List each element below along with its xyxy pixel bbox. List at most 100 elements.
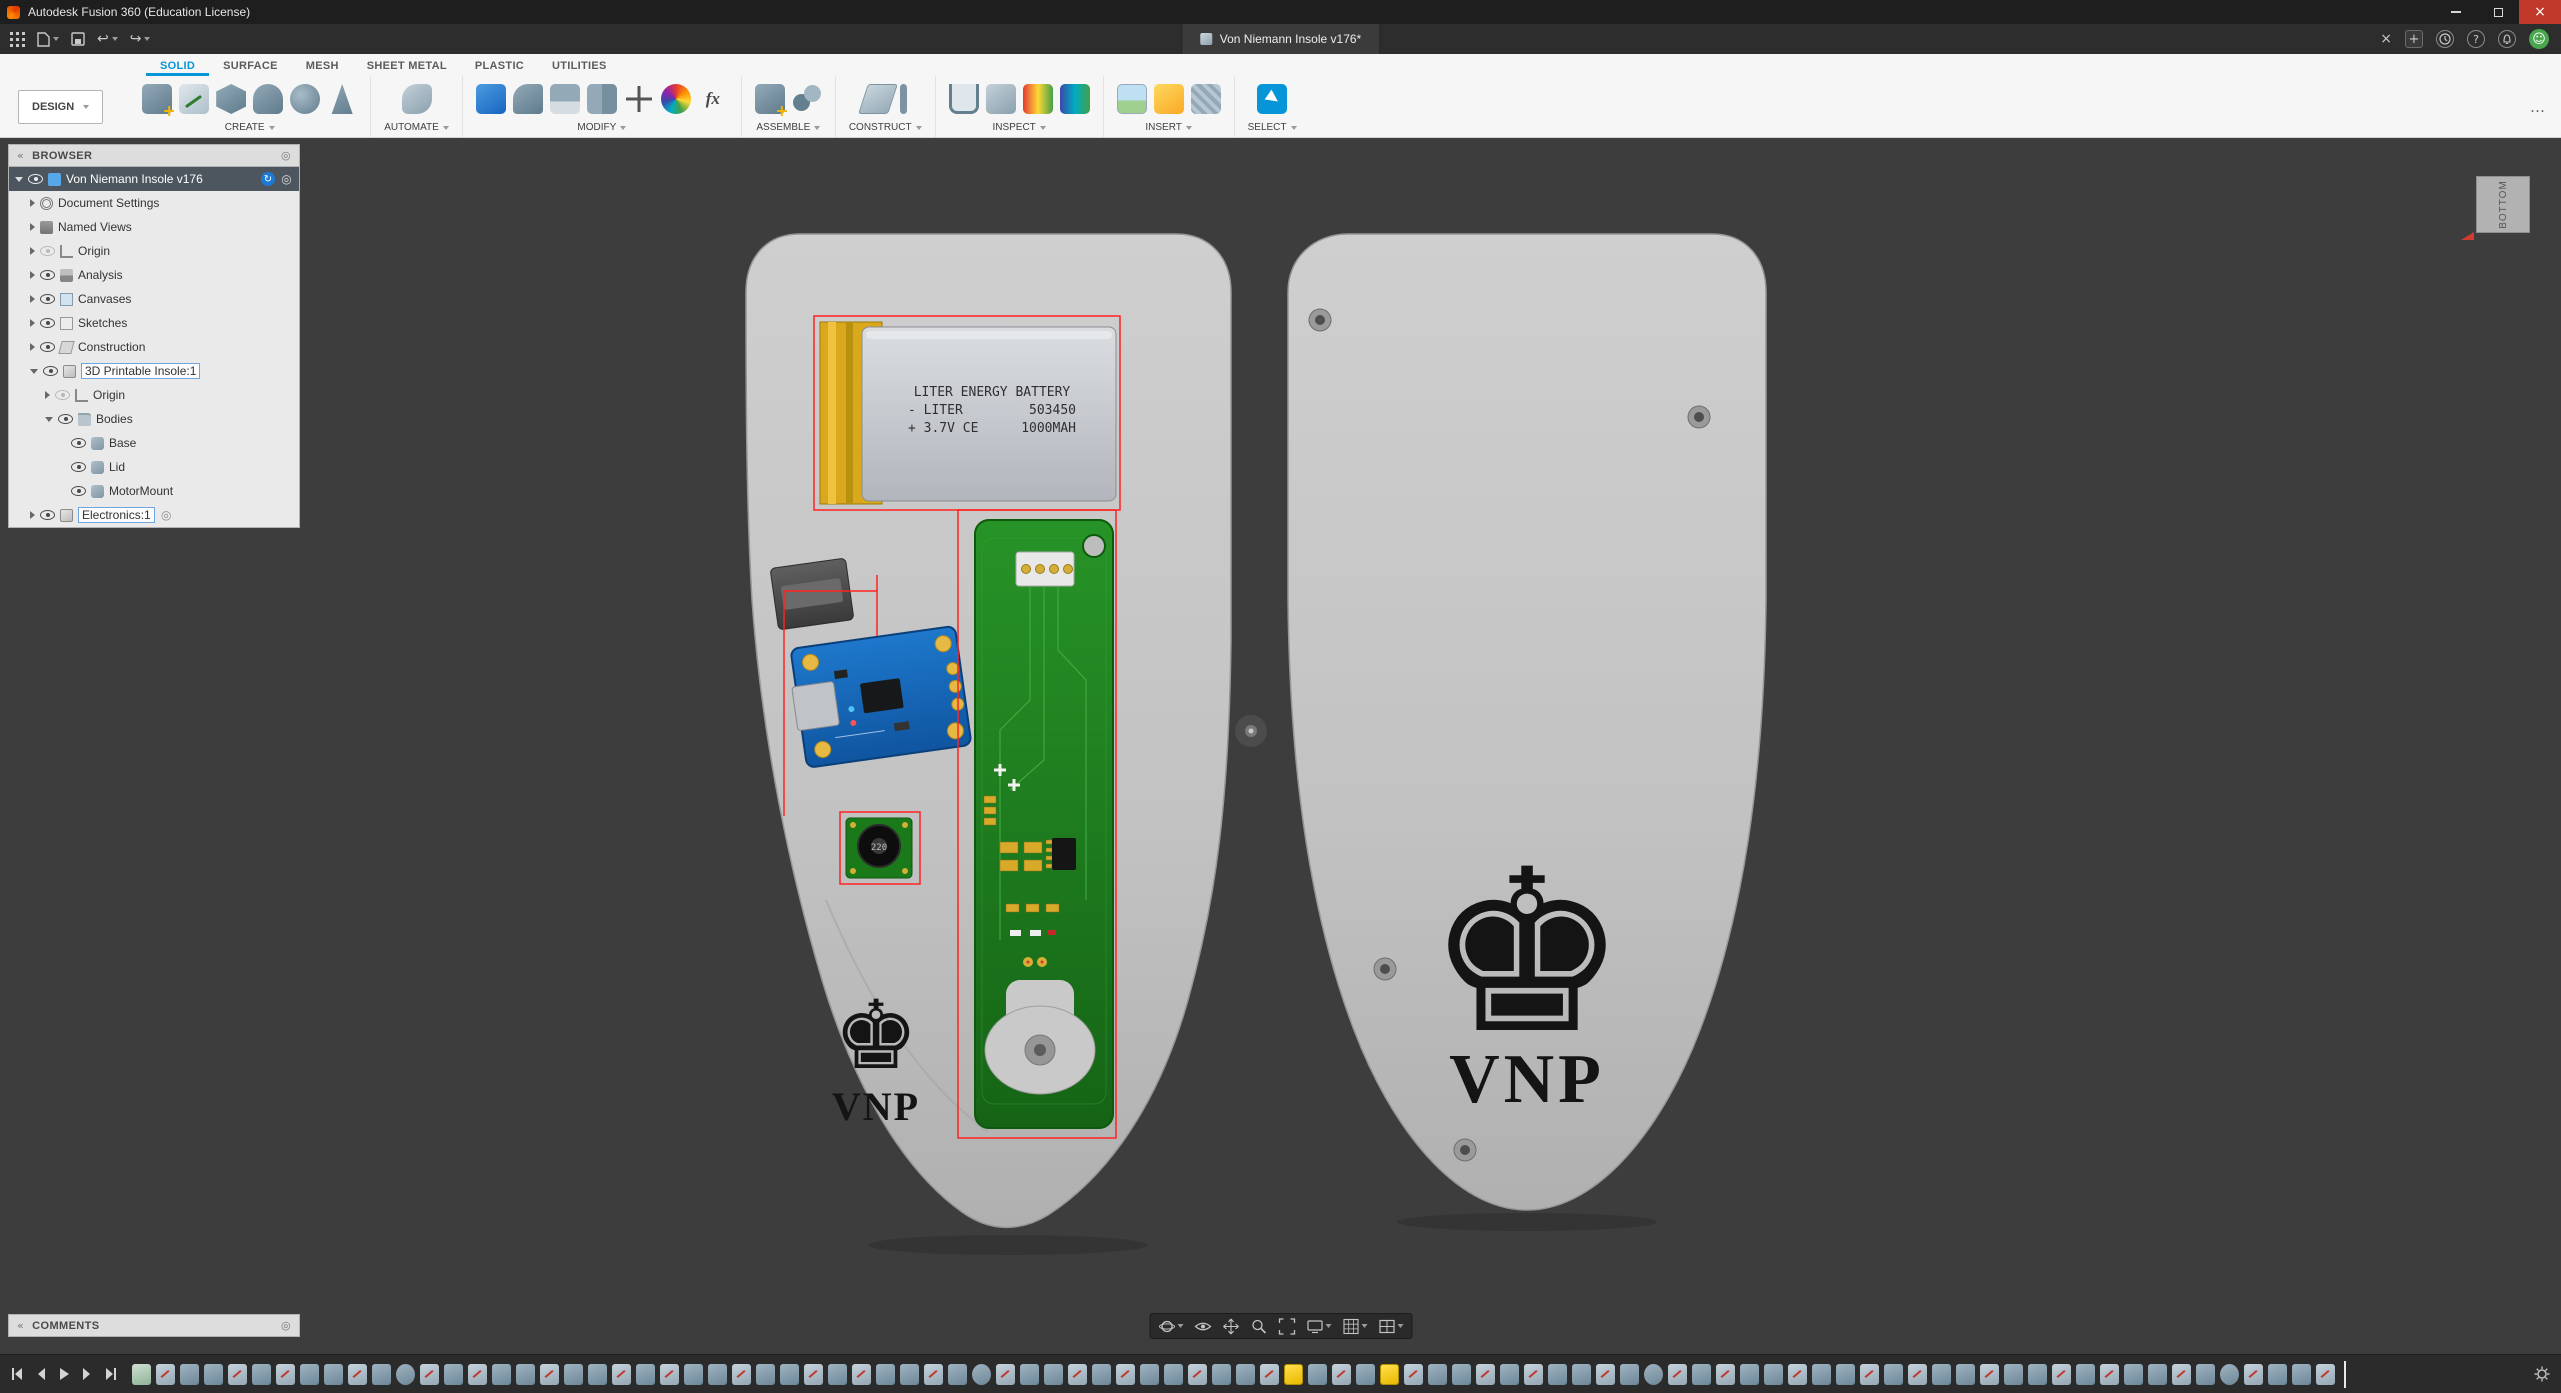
timeline-feature-icon[interactable] bbox=[204, 1364, 223, 1385]
insert-canvas-icon[interactable] bbox=[1117, 84, 1147, 114]
expand-arrow-icon[interactable] bbox=[30, 223, 35, 231]
timeline-feature-icon[interactable] bbox=[1836, 1364, 1855, 1385]
timeline-feature-icon[interactable] bbox=[1332, 1364, 1351, 1385]
minimize-button[interactable] bbox=[2435, 0, 2477, 24]
timeline-feature-icon[interactable] bbox=[132, 1364, 151, 1385]
timeline-feature-icon[interactable] bbox=[492, 1364, 511, 1385]
expand-arrow-icon[interactable] bbox=[30, 369, 38, 374]
timeline-track[interactable] bbox=[132, 1361, 2521, 1388]
timeline-feature-icon[interactable] bbox=[1620, 1364, 1639, 1385]
timeline-feature-icon[interactable] bbox=[1572, 1364, 1591, 1385]
timeline-feature-icon[interactable] bbox=[1764, 1364, 1783, 1385]
timeline-feature-icon[interactable] bbox=[516, 1364, 535, 1385]
timeline-feature-icon[interactable] bbox=[780, 1364, 799, 1385]
combine-icon[interactable] bbox=[587, 84, 617, 114]
insert-mesh-icon[interactable] bbox=[1191, 84, 1221, 114]
fillet-icon[interactable] bbox=[513, 84, 543, 114]
timeline-feature-icon[interactable] bbox=[1164, 1364, 1183, 1385]
sync-badge-icon[interactable]: ↻ bbox=[261, 172, 275, 186]
timeline-feature-icon[interactable] bbox=[2148, 1364, 2167, 1385]
expand-arrow-icon[interactable] bbox=[30, 343, 35, 351]
timeline-feature-icon[interactable] bbox=[2292, 1364, 2311, 1385]
job-status-button[interactable] bbox=[2436, 30, 2454, 48]
data-panel-grid-icon[interactable] bbox=[10, 32, 25, 47]
timeline-feature-icon[interactable] bbox=[1548, 1364, 1567, 1385]
timeline-feature-icon[interactable] bbox=[1980, 1364, 1999, 1385]
expand-arrow-icon[interactable] bbox=[15, 177, 23, 182]
timeline-feature-icon[interactable] bbox=[828, 1364, 847, 1385]
timeline-feature-icon[interactable] bbox=[2268, 1364, 2287, 1385]
timeline-feature-icon[interactable] bbox=[228, 1364, 247, 1385]
create-group-label[interactable]: CREATE bbox=[225, 122, 275, 133]
press-pull-icon[interactable] bbox=[476, 84, 506, 114]
toolbar-overflow-button[interactable]: … bbox=[2530, 98, 2561, 116]
viewport-background[interactable] bbox=[0, 137, 2561, 1393]
timeline-feature-icon[interactable] bbox=[1356, 1364, 1375, 1385]
timeline-feature-icon[interactable] bbox=[540, 1364, 559, 1385]
tab-plastic[interactable]: PLASTIC bbox=[461, 56, 538, 76]
go-to-end-button[interactable] bbox=[102, 1366, 118, 1382]
expand-arrow-icon[interactable] bbox=[45, 417, 53, 422]
zoom-button[interactable] bbox=[1250, 1318, 1267, 1335]
timeline-feature-icon[interactable] bbox=[1884, 1364, 1903, 1385]
timeline-feature-icon[interactable] bbox=[708, 1364, 727, 1385]
assemble-group-label[interactable]: ASSEMBLE bbox=[756, 122, 820, 133]
timeline-feature-icon[interactable] bbox=[1428, 1364, 1447, 1385]
power-module[interactable]: 220 bbox=[846, 818, 912, 878]
close-button[interactable]: × bbox=[2519, 0, 2561, 24]
timeline-feature-icon[interactable] bbox=[732, 1364, 751, 1385]
create-sketch-icon[interactable] bbox=[179, 84, 209, 114]
timeline-feature-icon[interactable] bbox=[996, 1364, 1015, 1385]
browser-item-electronics-1[interactable]: Electronics:1◎ bbox=[9, 503, 299, 527]
step-back-button[interactable] bbox=[33, 1366, 49, 1382]
loft-icon[interactable] bbox=[327, 84, 357, 114]
file-menu-button[interactable] bbox=[37, 32, 59, 47]
timeline-feature-icon[interactable] bbox=[2052, 1364, 2071, 1385]
browser-item-construction[interactable]: Construction bbox=[9, 335, 299, 359]
move-copy-icon[interactable] bbox=[624, 84, 654, 114]
timeline-feature-icon[interactable] bbox=[1116, 1364, 1135, 1385]
visibility-eye-icon[interactable] bbox=[43, 366, 58, 376]
browser-item-canvases[interactable]: Canvases bbox=[9, 287, 299, 311]
timeline-feature-icon[interactable] bbox=[1092, 1364, 1111, 1385]
tab-solid[interactable]: SOLID bbox=[146, 56, 209, 76]
connector-block[interactable] bbox=[770, 558, 854, 630]
revolve-icon[interactable] bbox=[253, 84, 283, 114]
measure-icon[interactable] bbox=[949, 84, 979, 114]
expand-arrow-icon[interactable] bbox=[30, 295, 35, 303]
browser-item-motormount[interactable]: MotorMount bbox=[9, 479, 299, 503]
timeline-feature-icon[interactable] bbox=[2244, 1364, 2263, 1385]
redo-button[interactable]: ↪ bbox=[130, 31, 151, 47]
modify-group-label[interactable]: MODIFY bbox=[577, 122, 626, 133]
timeline-feature-icon[interactable] bbox=[300, 1364, 319, 1385]
expand-arrow-icon[interactable] bbox=[30, 319, 35, 327]
visibility-eye-icon[interactable] bbox=[58, 414, 73, 424]
timeline-feature-icon[interactable] bbox=[1596, 1364, 1615, 1385]
timeline-feature-icon[interactable] bbox=[1812, 1364, 1831, 1385]
browser-item-von-niemann-insole-v176[interactable]: Von Niemann Insole v176↻◎ bbox=[9, 167, 299, 191]
tab-mesh[interactable]: MESH bbox=[292, 56, 353, 76]
panel-options-icon[interactable]: ◎ bbox=[281, 1319, 291, 1332]
timeline-feature-icon[interactable] bbox=[804, 1364, 823, 1385]
timeline-feature-icon[interactable] bbox=[1404, 1364, 1423, 1385]
display-settings-button[interactable] bbox=[1306, 1318, 1331, 1335]
timeline-feature-icon[interactable] bbox=[2076, 1364, 2095, 1385]
collapse-panel-icon[interactable]: « bbox=[17, 1319, 24, 1332]
browser-item-analysis[interactable]: Analysis bbox=[9, 263, 299, 287]
browser-item-origin[interactable]: Origin bbox=[9, 383, 299, 407]
charger-pcb[interactable] bbox=[786, 626, 971, 768]
look-at-button[interactable] bbox=[1194, 1318, 1211, 1335]
inspect-group-label[interactable]: INSPECT bbox=[992, 122, 1045, 133]
timeline-feature-icon[interactable] bbox=[756, 1364, 775, 1385]
maximize-button[interactable] bbox=[2477, 0, 2519, 24]
expand-arrow-icon[interactable] bbox=[30, 271, 35, 279]
document-tab[interactable]: Von Niemann Insole v176* bbox=[1181, 24, 1380, 54]
timeline-feature-icon[interactable] bbox=[252, 1364, 271, 1385]
timeline-options-gear-icon[interactable] bbox=[2533, 1365, 2551, 1383]
target-badge-icon[interactable]: ◎ bbox=[280, 173, 293, 186]
timeline-feature-icon[interactable] bbox=[1860, 1364, 1879, 1385]
timeline-feature-icon[interactable] bbox=[684, 1364, 703, 1385]
timeline-feature-icon[interactable] bbox=[1908, 1364, 1927, 1385]
timeline-feature-icon[interactable] bbox=[1452, 1364, 1471, 1385]
timeline-feature-icon[interactable] bbox=[1644, 1364, 1663, 1385]
